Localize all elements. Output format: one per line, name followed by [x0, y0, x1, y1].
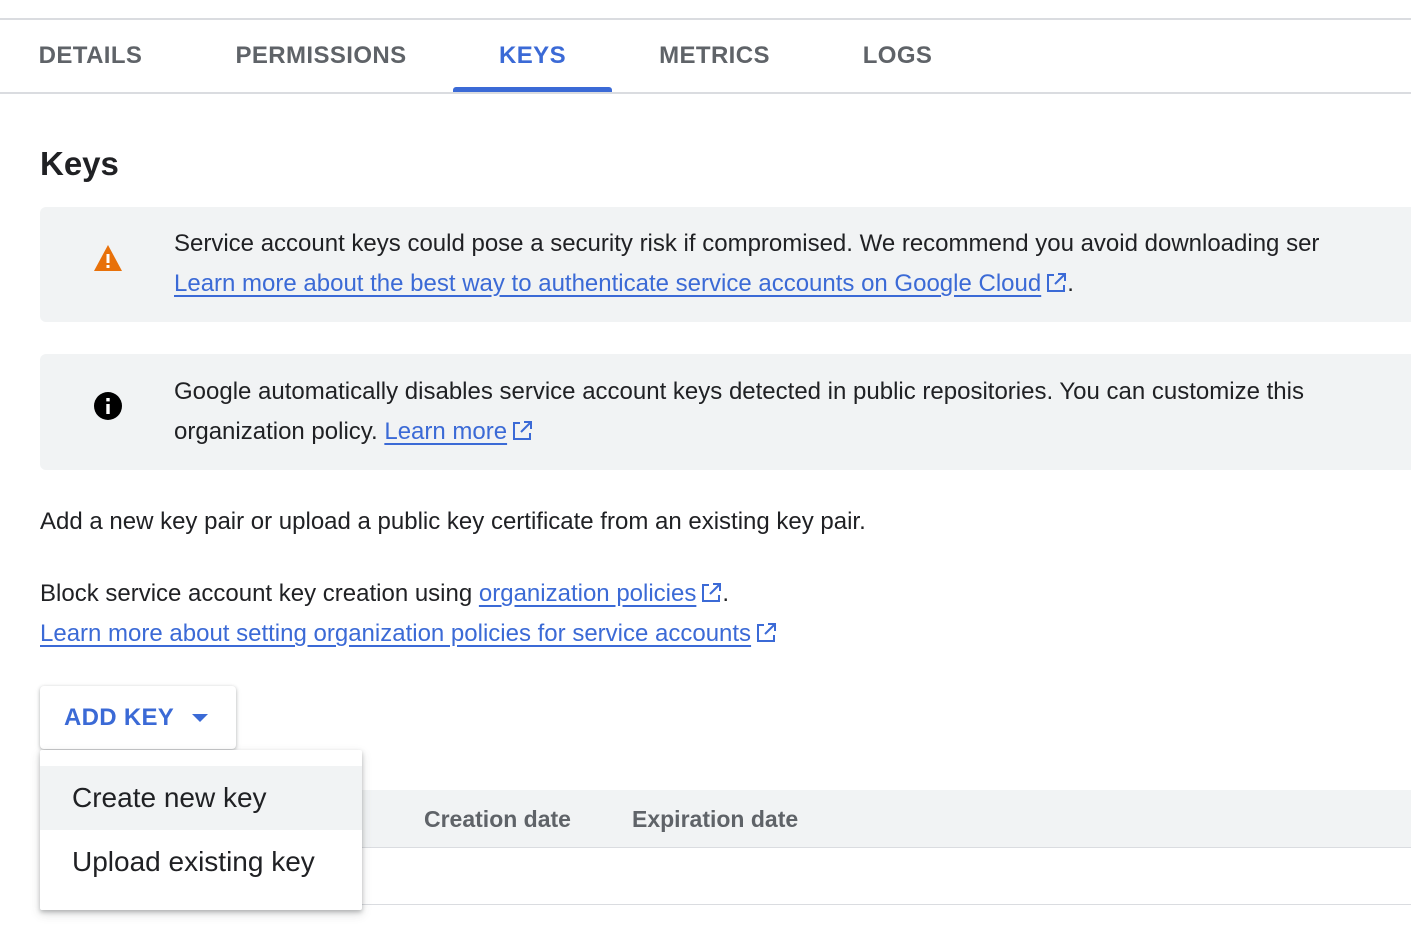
tab-details[interactable]: DETAILS: [39, 20, 142, 92]
info-message-line2: organization policy.: [174, 418, 378, 445]
external-link-icon: [757, 623, 777, 642]
column-header-expiration-date[interactable]: Expiration date: [632, 790, 798, 848]
add-key-button[interactable]: ADD KEY: [40, 686, 236, 749]
info-banner-text: Google automatically disables service ac…: [174, 372, 1304, 452]
block-suffix: .: [722, 580, 730, 607]
keys-table-header: Creation date Expiration date: [362, 790, 1411, 848]
tab-metrics[interactable]: METRICS: [659, 20, 770, 92]
add-key-label: ADD KEY: [64, 703, 175, 731]
block-key-creation-text: Block service account key creation using…: [40, 574, 729, 614]
menu-item-create-new-key[interactable]: Create new key: [40, 766, 362, 830]
page-title: Keys: [40, 145, 119, 182]
authenticate-service-accounts-link[interactable]: Learn more about the best way to authent…: [174, 270, 1041, 297]
service-account-page: DETAILS PERMISSIONS KEYS METRICS LOGS Ke…: [0, 0, 1411, 932]
warning-icon: [92, 242, 124, 274]
info-message: Google automatically disables service ac…: [174, 378, 1304, 405]
external-link-icon: [1047, 273, 1067, 292]
tab-keys[interactable]: KEYS: [453, 20, 612, 92]
learn-more-link[interactable]: Learn more: [384, 418, 507, 445]
external-link-icon: [702, 583, 722, 602]
learn-more-org-policies-line: Learn more about setting organization po…: [40, 614, 777, 654]
table-divider: [362, 904, 1411, 905]
info-icon: [92, 390, 124, 422]
warning-suffix: .: [1067, 270, 1074, 297]
intro-text: Add a new key pair or upload a public ke…: [40, 508, 866, 535]
block-text: Block service account key creation using: [40, 580, 473, 607]
organization-policies-link[interactable]: organization policies: [479, 580, 696, 607]
column-header-creation-date[interactable]: Creation date: [424, 790, 571, 848]
menu-item-upload-existing-key[interactable]: Upload existing key: [40, 830, 362, 894]
org-policies-service-accounts-link[interactable]: Learn more about setting organization po…: [40, 620, 751, 647]
active-tab-indicator: [453, 87, 612, 92]
warning-banner-text: Service account keys could pose a securi…: [174, 224, 1319, 304]
warning-message: Service account keys could pose a securi…: [174, 230, 1320, 257]
external-link-icon: [513, 421, 533, 440]
tab-permissions[interactable]: PERMISSIONS: [235, 20, 406, 92]
tab-bar: DETAILS PERMISSIONS KEYS METRICS LOGS: [0, 20, 1411, 94]
chevron-down-icon: [192, 713, 209, 722]
add-key-menu: Create new key Upload existing key: [40, 750, 362, 910]
tab-logs[interactable]: LOGS: [863, 20, 932, 92]
